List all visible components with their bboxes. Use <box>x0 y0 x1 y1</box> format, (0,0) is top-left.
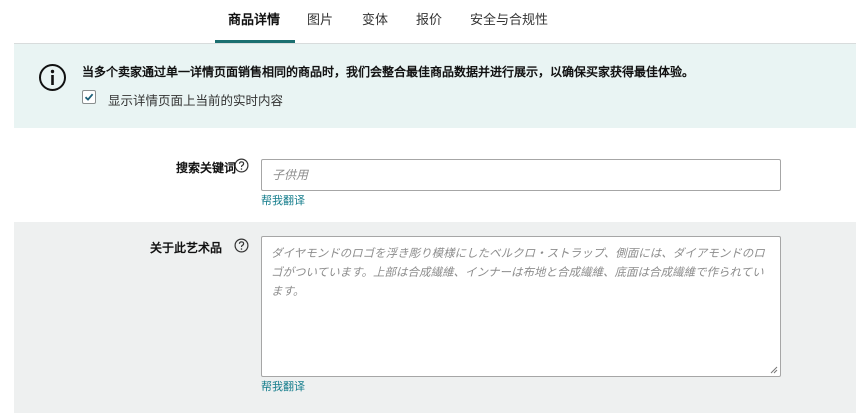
description-placeholder: ダイヤモンドのロゴを浮き彫り模様にしたベルクロ・ストラップ、側面には、ダイアモン… <box>271 246 765 298</box>
description-translate-link[interactable]: 帮我翻译 <box>261 378 305 394</box>
description-label: 关于此艺术品 <box>149 241 222 255</box>
info-panel: 当多个卖家通过单一详情页面销售相同的商品时，我们会整合最佳商品数据并进行展示，以… <box>14 44 856 128</box>
search-keywords-row: 搜索关键词 帮我翻译 <box>14 128 856 222</box>
checkmark-icon <box>84 93 94 101</box>
info-icon <box>39 64 66 91</box>
search-keywords-input[interactable] <box>261 159 781 191</box>
live-content-checkbox-label: 显示详情页面上当前的实时内容 <box>108 93 284 108</box>
info-message: 当多个卖家通过单一详情页面销售相同的商品时，我们会整合最佳商品数据并进行展示，以… <box>82 65 695 79</box>
help-icon[interactable] <box>234 158 249 173</box>
tab-variations[interactable]: 变体 <box>362 9 388 28</box>
tab-bar: 商品详情 图片 变体 报价 安全与合规性 <box>0 0 856 44</box>
tab-offer[interactable]: 报价 <box>416 9 442 28</box>
search-keywords-translate-link[interactable]: 帮我翻译 <box>261 192 305 208</box>
search-keywords-label: 搜索关键词 <box>175 161 236 175</box>
description-textarea[interactable]: ダイヤモンドのロゴを浮き彫り模様にしたベルクロ・ストラップ、側面には、ダイアモン… <box>261 236 781 377</box>
live-content-checkbox[interactable] <box>82 90 96 104</box>
resize-handle-icon[interactable] <box>770 366 778 374</box>
tab-images[interactable]: 图片 <box>307 9 333 28</box>
description-row: 关于此艺术品 ダイヤモンドのロゴを浮き彫り模様にしたベルクロ・ストラップ、側面に… <box>14 222 856 413</box>
tab-safety-compliance[interactable]: 安全与合规性 <box>470 9 548 28</box>
tab-product-details[interactable]: 商品详情 <box>228 9 280 28</box>
help-icon[interactable] <box>234 238 249 253</box>
